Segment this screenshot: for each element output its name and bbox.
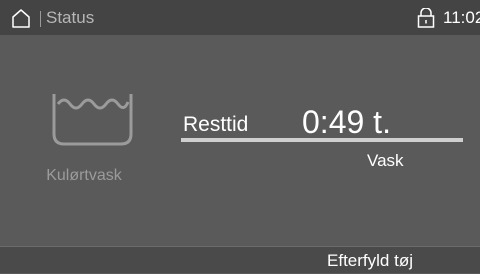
remaining-time-value: 0:49 t.	[302, 104, 391, 140]
status-separator	[40, 11, 41, 27]
progress-fill	[181, 138, 463, 142]
clock: 11:02	[443, 8, 480, 27]
home-icon[interactable]	[11, 8, 31, 28]
bottom-bar: Efterfyld tøj	[0, 246, 480, 273]
status-bar: Status 11:02	[0, 0, 480, 35]
refill-laundry-button[interactable]: Efterfyld tøj	[260, 247, 480, 274]
lock-icon	[416, 7, 436, 28]
program-name: Kulørtvask	[46, 167, 122, 184]
remaining-time-label: Resttid	[183, 113, 249, 136]
phase-label: Vask	[367, 151, 404, 170]
status-title: Status	[46, 8, 95, 27]
progress-bar	[181, 138, 463, 142]
wash-tub-icon	[50, 90, 135, 146]
